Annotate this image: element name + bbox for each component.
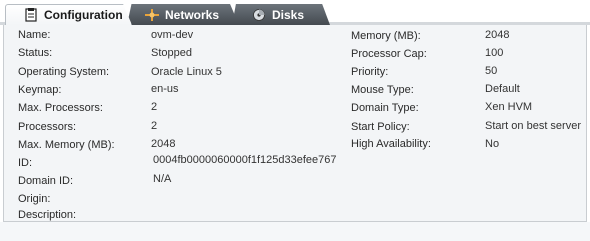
start-policy-value: Start on best server [485,120,581,132]
id-value: 0004fb0000060000f1f125d33efee767 [153,154,337,166]
bottom-strip [0,222,590,241]
tab-bar: Configuration Networks Disks [0,0,590,25]
tab-disks-label: Disks [272,7,305,22]
domain-type-value: Xen HVM [485,101,533,113]
tab-configuration-label: Configuration [44,8,123,22]
configuration-panel: Name: ovm-dev Status: Stopped Operating … [3,25,587,222]
processors-label: Processors: [18,121,77,133]
max-processors-value: 2 [151,101,158,113]
document-icon [24,8,38,22]
tab-networks[interactable]: Networks [127,4,239,25]
network-icon [145,8,159,22]
description-label: Description: [18,209,77,221]
max-memory-value: 2048 [151,138,176,150]
name-label: Name: [18,29,51,41]
keymap-label: Keymap: [18,84,62,96]
mouse-type-label: Mouse Type: [351,84,414,96]
domain-id-value: N/A [153,173,172,185]
max-memory-label: Max. Memory (MB): [18,139,115,151]
operating-system-label: Operating System: [18,66,110,78]
tab-networks-label: Networks [165,7,220,22]
keymap-value: en-us [151,83,179,95]
processor-cap-value: 100 [485,47,504,59]
name-value: ovm-dev [151,29,194,41]
priority-label: Priority: [351,66,389,78]
start-policy-label: Start Policy: [351,121,410,133]
high-availability-label: High Availability: [351,138,431,150]
tab-disks[interactable]: Disks [232,4,330,25]
processor-cap-label: Processor Cap: [351,48,427,60]
tab-configuration[interactable]: Configuration [5,4,132,25]
memory-value: 2048 [485,29,510,41]
domain-id-label: Domain ID: [18,175,74,187]
origin-label: Origin: [18,193,51,205]
status-value: Stopped [151,47,192,59]
processors-value: 2 [151,120,158,132]
high-availability-value: No [485,138,500,150]
domain-type-label: Domain Type: [351,102,419,114]
operating-system-value: Oracle Linux 5 [151,66,222,78]
priority-value: 50 [485,65,498,77]
id-label: ID: [18,157,33,169]
memory-label: Memory (MB): [351,30,421,42]
max-processors-label: Max. Processors: [18,102,103,114]
mouse-type-value: Default [485,83,520,95]
status-label: Status: [18,47,53,59]
disk-icon [252,8,266,22]
